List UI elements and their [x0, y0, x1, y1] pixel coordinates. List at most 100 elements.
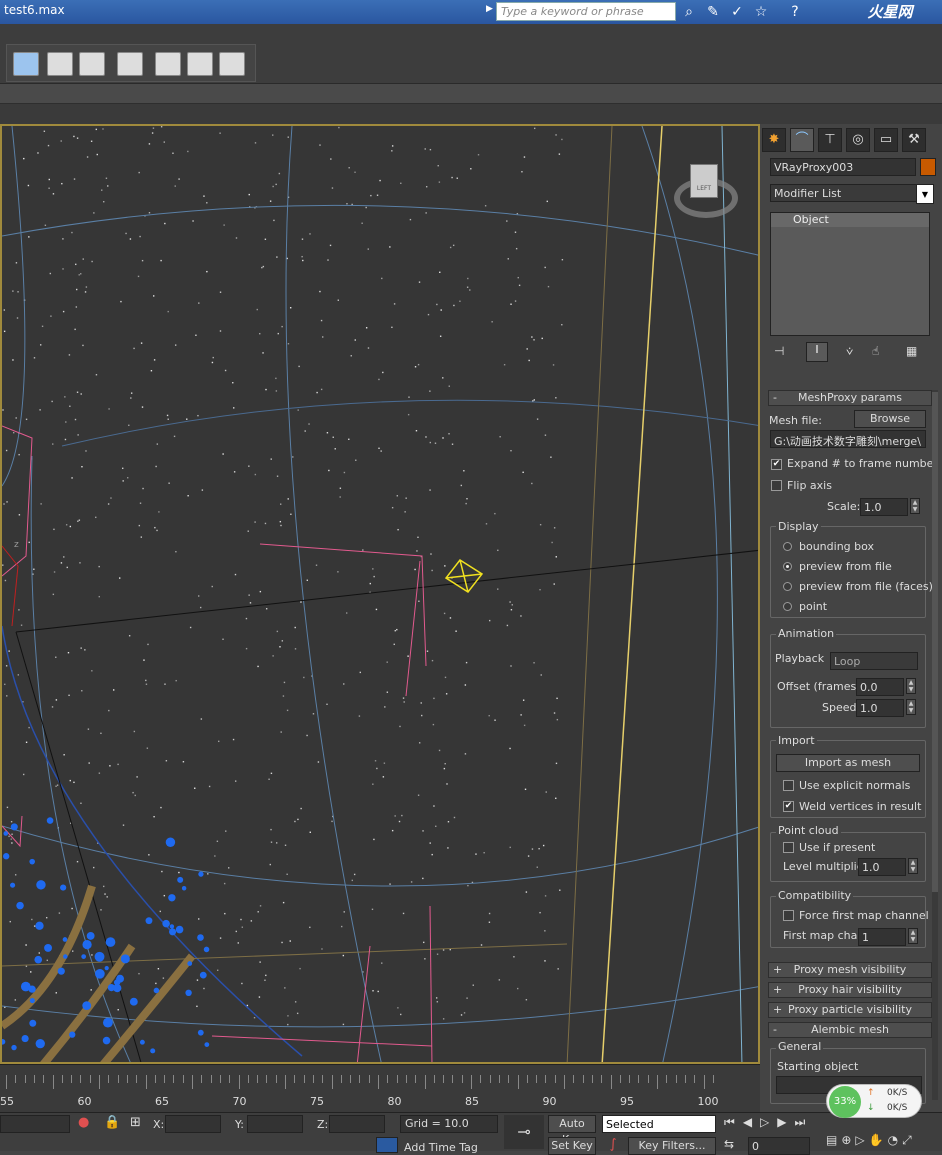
timeline-ruler[interactable]: 55 60 65 70 75 80 85 90 95 100 — [0, 1064, 760, 1112]
set-key-curve-icon[interactable]: ∫ — [602, 1137, 624, 1155]
render-teapot-icon[interactable] — [219, 52, 245, 76]
y-coordinate-field[interactable] — [247, 1115, 303, 1133]
go-to-start-icon[interactable]: ⏮ — [724, 1115, 743, 1129]
object-color-swatch[interactable] — [920, 158, 936, 176]
axis-label: z — [14, 540, 19, 550]
orbit-icon[interactable]: ◔ — [888, 1133, 902, 1147]
key-mode-toggle-icon[interactable]: ⇆ — [724, 1137, 734, 1151]
explicit-normals-checkbox[interactable] — [783, 780, 794, 791]
scale-spinner-arrows[interactable]: ▲ ▼ — [910, 498, 920, 514]
maximize-viewport-icon[interactable]: ⤢ — [902, 1133, 916, 1147]
make-unique-icon[interactable]: ⩒ — [846, 344, 853, 359]
remove-modifier-icon[interactable]: ☝ — [872, 344, 879, 358]
search-input[interactable]: Type a keyword or phrase — [496, 2, 676, 21]
expand-arrow-icon[interactable]: ▶ — [486, 4, 494, 20]
zoom-icon[interactable]: ⊕ — [841, 1133, 855, 1147]
modifier-list-dropdown[interactable]: Modifier List — [770, 184, 934, 202]
first-map-chan-arrows[interactable]: ▲ ▼ — [908, 928, 918, 944]
display-radio-2[interactable] — [783, 582, 792, 591]
use-if-present-checkbox[interactable] — [783, 842, 794, 853]
first-map-chan-spinner[interactable]: 1 — [858, 928, 906, 946]
key-mode-icon[interactable]: ⊸ — [504, 1115, 544, 1149]
import-as-mesh-button[interactable]: Import as mesh — [776, 754, 920, 772]
offset-spinner-arrows[interactable]: ▲ ▼ — [906, 678, 916, 694]
panel-scrollbar[interactable] — [932, 390, 938, 1100]
pan-hand-icon[interactable]: ✋ — [869, 1133, 888, 1147]
flip-axis-checkbox[interactable] — [771, 480, 782, 491]
go-to-end-icon[interactable]: ⏭ — [795, 1115, 814, 1129]
selection-set-dropdown[interactable]: Selected — [602, 1115, 716, 1133]
z-coordinate-field[interactable] — [329, 1115, 385, 1133]
offset-spinner[interactable]: 0.0 — [856, 678, 904, 696]
rollout-header[interactable]: + Proxy particle visibility — [768, 1002, 932, 1018]
pin-stack-icon[interactable]: ⊣ — [774, 344, 784, 358]
network-meter[interactable]: 33% ↑ 0K/S ↓ 0K/S — [826, 1084, 922, 1118]
viewport-left[interactable]: LEFT z — [0, 124, 760, 1064]
time-config-icon[interactable]: ▤ — [826, 1133, 841, 1147]
rollout-header[interactable]: + Proxy hair visibility — [768, 982, 932, 998]
play-icon[interactable]: ▷ — [760, 1115, 777, 1129]
pin-icon[interactable]: ✓ — [728, 3, 746, 21]
meshproxy-rollout-header[interactable]: - MeshProxy params — [768, 390, 932, 406]
configure-sets-icon[interactable]: ▦ — [906, 344, 917, 358]
level-multiplier-arrows[interactable]: ▲ ▼ — [908, 858, 918, 874]
field-of-view-icon[interactable]: ▷ — [855, 1133, 868, 1147]
star-icon[interactable]: ☆ — [752, 3, 770, 21]
next-frame-icon[interactable]: ▶ — [777, 1115, 794, 1129]
timeline-tick — [480, 1075, 482, 1083]
level-multiplier-spinner[interactable]: 1.0 — [858, 858, 906, 876]
display-radio-0[interactable] — [783, 542, 792, 551]
auto-key-button[interactable]: Auto Key — [548, 1115, 596, 1146]
playback-dropdown[interactable]: Loop — [830, 652, 918, 670]
set-key-button[interactable]: Set Key — [548, 1137, 596, 1155]
hierarchy-tab-icon[interactable]: ⊤ — [818, 128, 842, 152]
modify-tab-icon[interactable]: ⌒ — [790, 128, 814, 152]
rollout-header[interactable]: - Alembic mesh — [768, 1022, 932, 1038]
scale-spinner[interactable]: 1.0 — [860, 498, 908, 516]
display-tab-icon[interactable]: ▭ — [874, 128, 898, 152]
speed-spinner-arrows[interactable]: ▲ ▼ — [906, 699, 916, 715]
x-coordinate-field[interactable] — [165, 1115, 221, 1133]
stack-item-object[interactable]: Object — [771, 213, 929, 227]
isolate-icon[interactable]: ● — [78, 1115, 89, 1130]
lock-icon[interactable]: 🔒 — [104, 1115, 120, 1130]
modifier-stack[interactable]: Object — [770, 212, 930, 336]
utilities-tab-icon[interactable]: ⚒ — [902, 128, 926, 152]
current-frame-field[interactable]: 0 — [748, 1137, 810, 1155]
display-radio-3[interactable] — [783, 602, 792, 611]
display-radio-1[interactable] — [783, 562, 792, 571]
expand-frame-checkbox[interactable]: ✔ — [771, 459, 782, 470]
viewcube[interactable]: LEFT — [690, 164, 718, 198]
show-end-result-icon[interactable]: I — [806, 342, 828, 362]
render-setup-icon[interactable] — [155, 52, 181, 76]
viewport-label-band — [0, 104, 942, 124]
help-icon[interactable]: ? — [786, 3, 804, 21]
curve-editor-icon[interactable] — [47, 52, 73, 76]
timeline-tick — [71, 1075, 73, 1083]
panel-scrollbar-thumb[interactable] — [932, 392, 938, 892]
grid-display: Grid = 10.0 — [400, 1115, 498, 1133]
motion-tab-icon[interactable]: ◎ — [846, 128, 870, 152]
timeline-tick — [415, 1075, 417, 1083]
transform-mode-icon[interactable]: ⊞ — [130, 1115, 141, 1130]
weld-vertices-checkbox[interactable]: ✔ — [783, 801, 794, 812]
force-map-channel-checkbox[interactable] — [783, 910, 794, 921]
mesh-file-path[interactable]: G:\动画技术数字雕刻\merge\ — [770, 430, 926, 448]
browse-button[interactable]: Browse — [854, 410, 926, 428]
chevron-down-icon[interactable]: ▼ — [916, 184, 934, 204]
add-time-tag-label[interactable]: Add Time Tag — [404, 1141, 478, 1154]
schematic-view-icon[interactable] — [79, 52, 105, 76]
object-name-field[interactable]: VRayProxy003 — [770, 158, 916, 176]
material-editor-icon[interactable] — [117, 52, 143, 76]
create-tab-icon[interactable]: ✸ — [762, 128, 786, 152]
main-toolbar — [0, 24, 942, 84]
speed-spinner[interactable]: 1.0 — [856, 699, 904, 717]
key-filters-button[interactable]: Key Filters... — [628, 1137, 716, 1155]
explicit-normals-label: Use explicit normals — [799, 779, 911, 792]
binoculars-icon[interactable]: ⌕ — [680, 3, 698, 21]
key-icon[interactable]: ✎ — [704, 3, 722, 21]
rendered-frame-icon[interactable] — [187, 52, 213, 76]
previous-frame-icon[interactable]: ◀ — [743, 1115, 760, 1129]
layer-manager-icon[interactable] — [13, 52, 39, 76]
rollout-header[interactable]: + Proxy mesh visibility — [768, 962, 932, 978]
